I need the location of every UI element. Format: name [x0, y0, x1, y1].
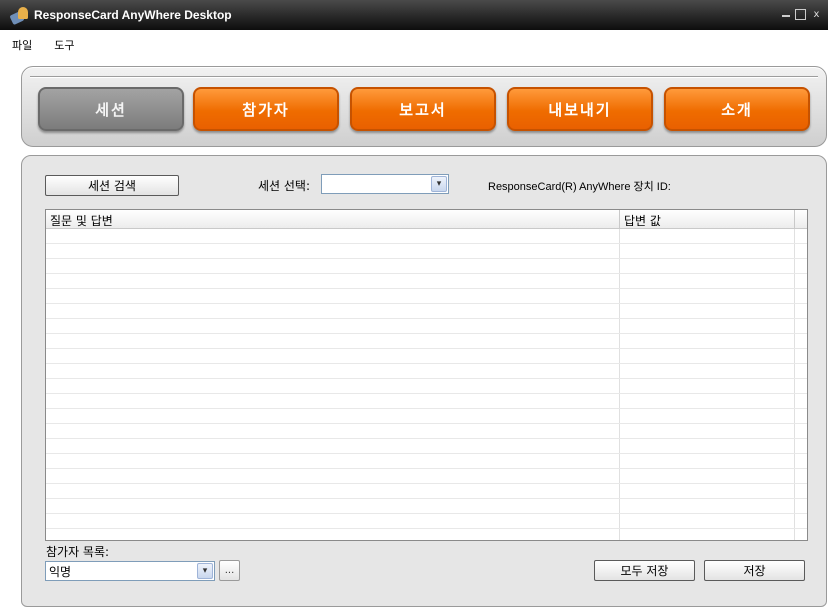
menu-bar: 파일 도구 — [0, 30, 828, 60]
session-search-button[interactable]: 세션 검색 — [45, 175, 179, 196]
window-title: ResponseCard AnyWhere Desktop — [34, 8, 232, 22]
participant-list-label: 참가자 목록: — [46, 545, 110, 559]
table-row[interactable] — [46, 259, 807, 274]
app-icon — [9, 5, 30, 26]
menu-tools[interactable]: 도구 — [52, 35, 76, 55]
table-row[interactable] — [46, 229, 807, 244]
tab-participants[interactable]: 참가자 — [193, 87, 339, 131]
participant-list-select[interactable]: 익명 ▾ — [45, 561, 215, 581]
tab-session[interactable]: 세션 — [38, 87, 184, 131]
maximize-icon[interactable] — [795, 9, 806, 20]
table-row[interactable] — [46, 244, 807, 259]
table-row[interactable] — [46, 454, 807, 469]
table-row[interactable] — [46, 334, 807, 349]
table-row[interactable] — [46, 379, 807, 394]
table-row[interactable] — [46, 349, 807, 364]
browse-button[interactable]: ... — [219, 560, 240, 581]
table-body — [46, 229, 807, 540]
session-select-label: 세션 선택: — [258, 179, 311, 193]
table-row[interactable] — [46, 424, 807, 439]
chevron-down-icon[interactable]: ▾ — [431, 176, 447, 192]
table-header: 질문 및 답변 답변 값 — [46, 210, 807, 229]
column-header-answer[interactable]: 답변 값 — [620, 210, 795, 229]
save-button[interactable]: 저장 — [704, 560, 805, 581]
nav-panel: 세션 참가자 보고서 내보내기 소개 — [21, 66, 827, 147]
table-row[interactable] — [46, 484, 807, 499]
window-controls: x — [782, 9, 822, 20]
tab-export[interactable]: 내보내기 — [507, 87, 653, 131]
participant-list-value: 익명 — [49, 564, 72, 579]
table-row[interactable] — [46, 364, 807, 379]
column-header-question[interactable]: 질문 및 답변 — [46, 210, 620, 229]
table-row[interactable] — [46, 319, 807, 334]
table-row[interactable] — [46, 394, 807, 409]
minimize-icon[interactable] — [782, 9, 790, 17]
table-row[interactable] — [46, 274, 807, 289]
session-select[interactable]: ▾ — [321, 174, 449, 194]
table-row[interactable] — [46, 514, 807, 529]
device-id-label: ResponseCard(R) AnyWhere 장치 ID: — [488, 181, 671, 193]
menu-file[interactable]: 파일 — [10, 35, 34, 55]
table-row[interactable] — [46, 529, 807, 540]
table-row[interactable] — [46, 409, 807, 424]
close-icon[interactable]: x — [811, 9, 822, 20]
table-row[interactable] — [46, 304, 807, 319]
qa-table: 질문 및 답변 답변 값 — [45, 209, 808, 541]
table-row[interactable] — [46, 499, 807, 514]
save-all-button[interactable]: 모두 저장 — [594, 560, 695, 581]
session-panel: 세션 검색 세션 선택: ▾ ResponseCard(R) AnyWhere … — [21, 155, 827, 607]
table-row[interactable] — [46, 439, 807, 454]
table-row[interactable] — [46, 469, 807, 484]
title-bar: ResponseCard AnyWhere Desktop x — [0, 0, 828, 30]
tab-reports[interactable]: 보고서 — [350, 87, 496, 131]
tab-about[interactable]: 소개 — [664, 87, 810, 131]
chevron-down-icon[interactable]: ▾ — [197, 563, 213, 579]
table-row[interactable] — [46, 289, 807, 304]
